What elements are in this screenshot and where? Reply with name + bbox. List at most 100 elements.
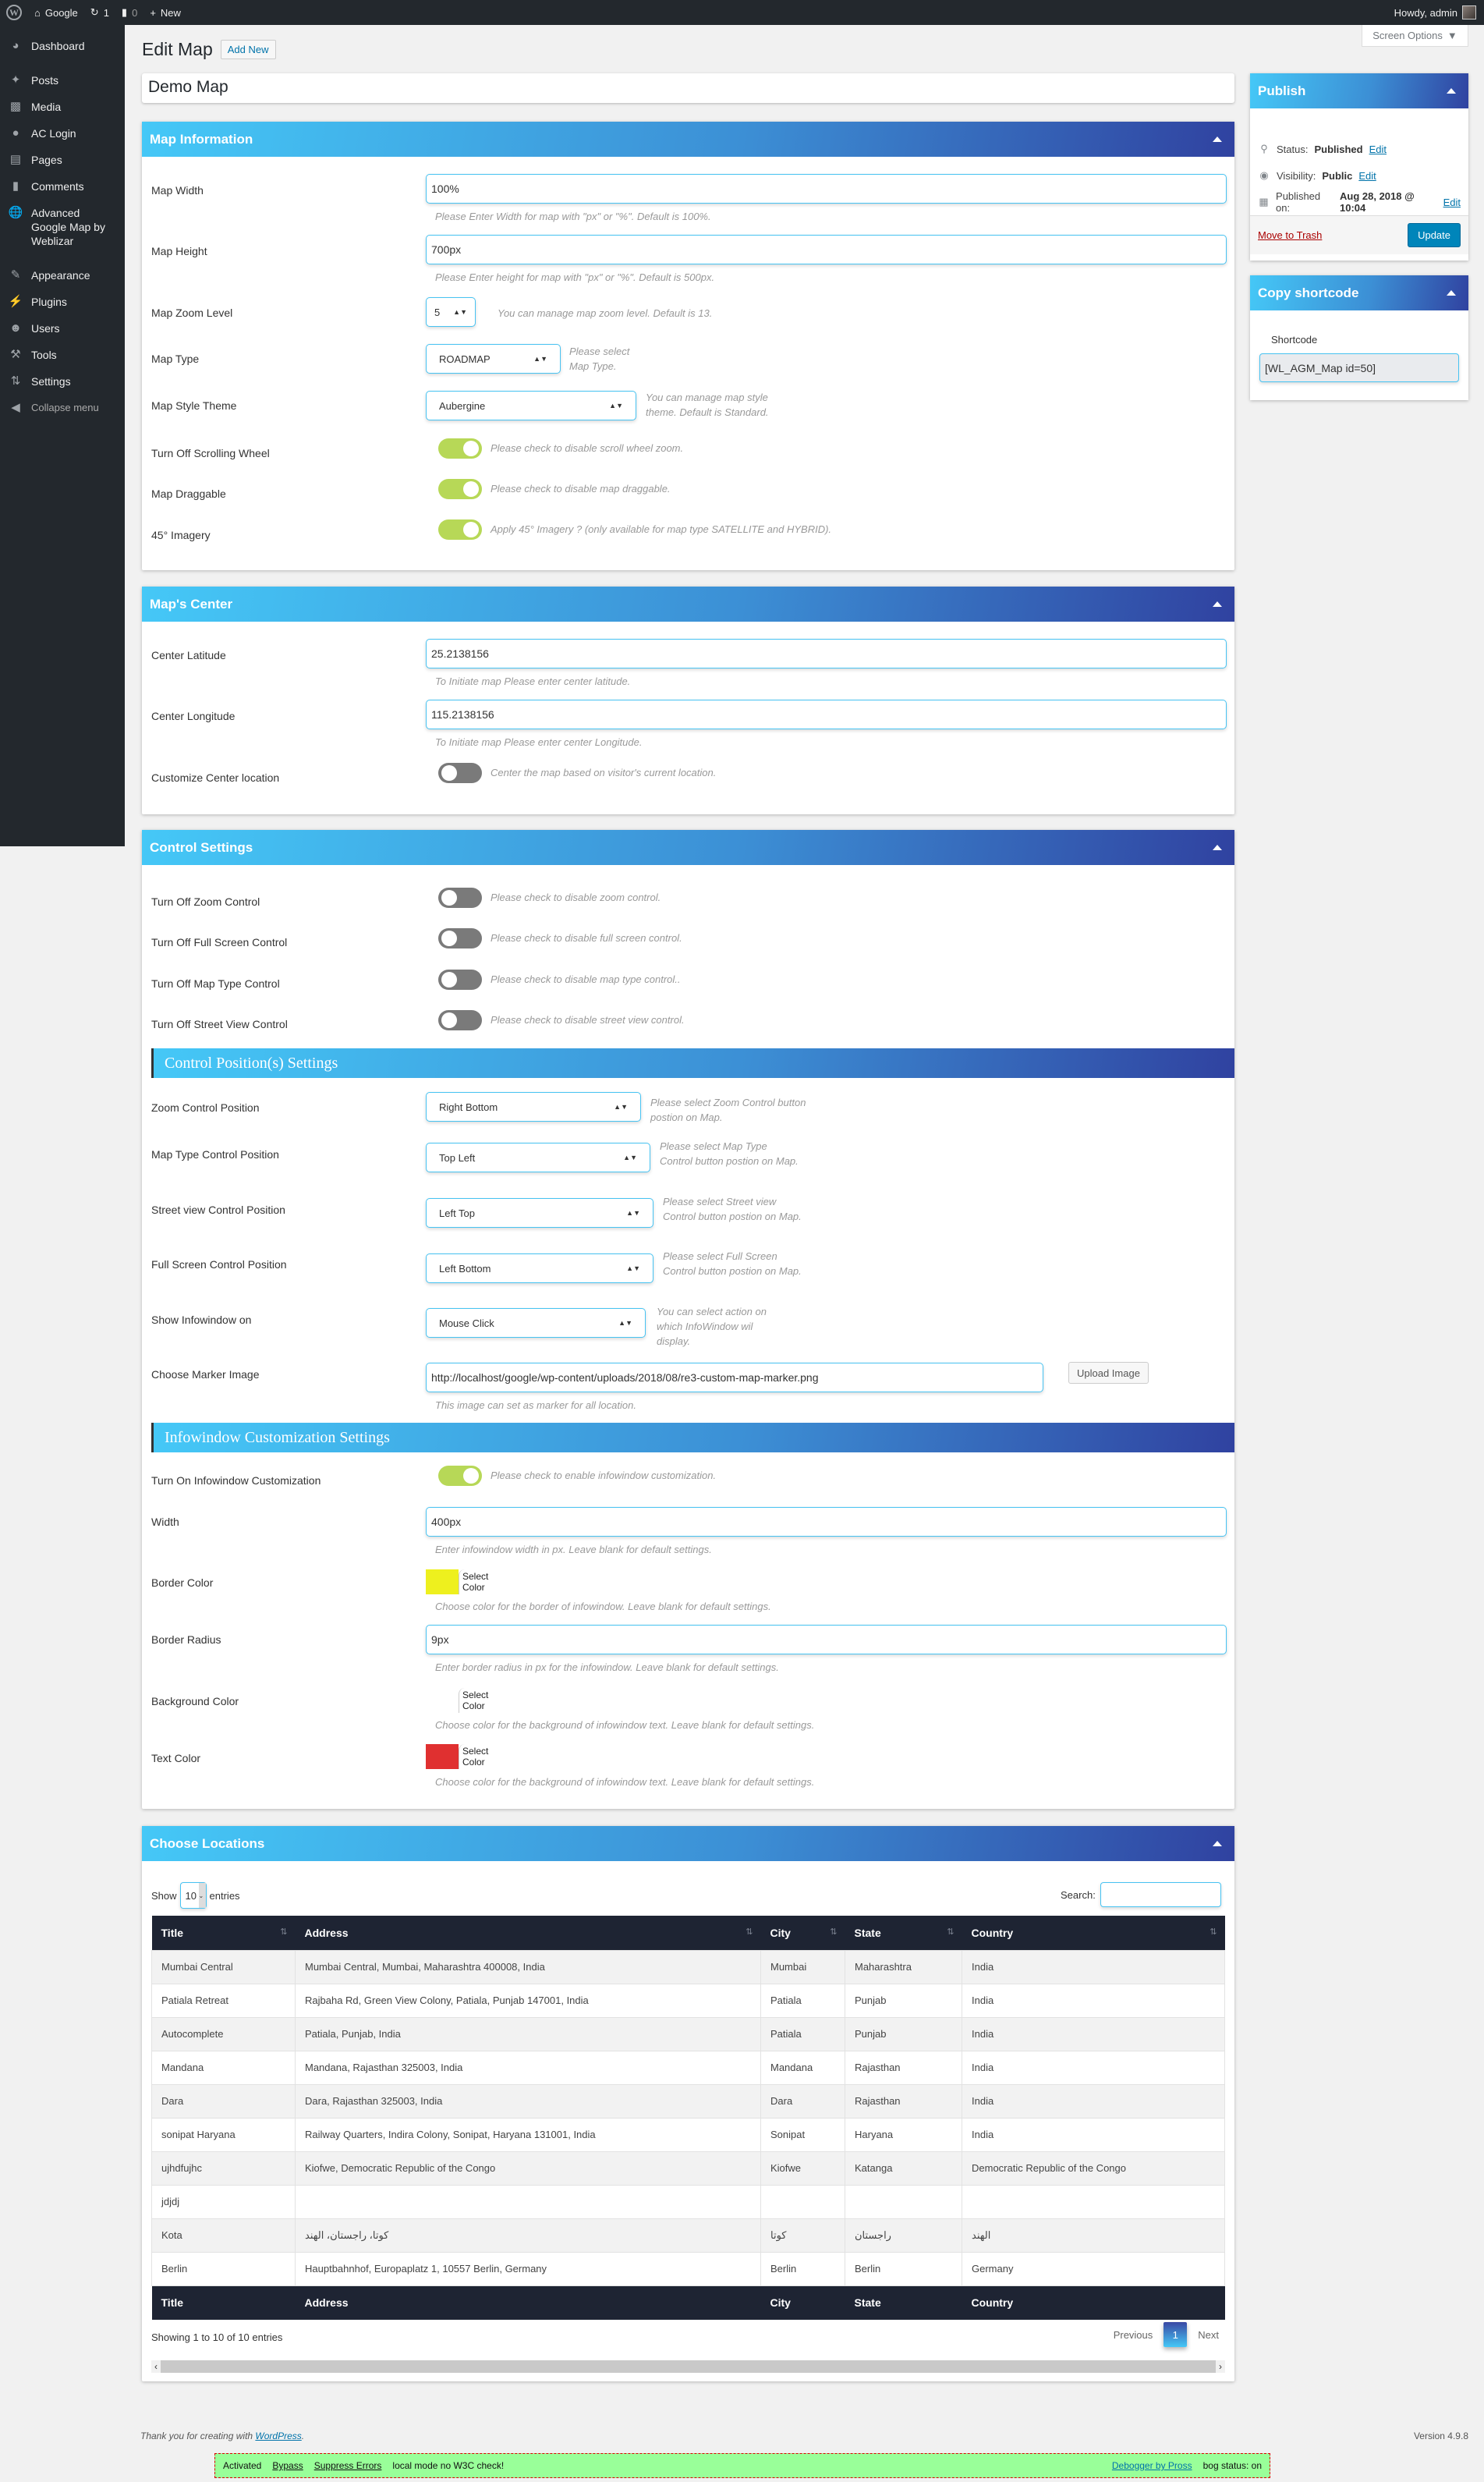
column-header-country[interactable]: Country ⇅ xyxy=(962,1916,1225,1950)
field-label: Zoom Control Position xyxy=(151,1101,260,1114)
sidebar-item-posts[interactable]: ✦ Posts xyxy=(0,67,125,94)
collapse-toggle-icon[interactable] xyxy=(1213,137,1222,142)
text-color-picker[interactable]: Select Color xyxy=(426,1743,512,1769)
map-type-position-select[interactable]: Top Left ▲▼ xyxy=(426,1143,650,1172)
infowindow-customization-toggle[interactable] xyxy=(438,1466,482,1486)
collapse-toggle-icon[interactable] xyxy=(1213,1841,1222,1846)
collapse-toggle-icon[interactable] xyxy=(1213,845,1222,850)
column-header-city[interactable]: City ⇅ xyxy=(760,1916,845,1950)
edit-date-link[interactable]: Edit xyxy=(1443,197,1461,208)
update-button[interactable]: Update xyxy=(1408,223,1461,247)
scroll-wheel-toggle[interactable] xyxy=(438,438,482,459)
sidebar-item-advanced-google-map[interactable]: 🌐 Advanced Google Map by Weblizar xyxy=(0,200,125,254)
column-header-title[interactable]: Title ⇅ xyxy=(151,1916,296,1950)
sidebar-item-users[interactable]: ☻ Users xyxy=(0,315,125,342)
scroll-right-icon[interactable]: › xyxy=(1216,2360,1225,2373)
box-header[interactable]: Publish xyxy=(1250,73,1468,108)
table-row[interactable]: Mandana Mandana, Rajasthan 325003, India M… xyxy=(151,2050,1225,2085)
wp-logo-menu[interactable]: W xyxy=(0,0,28,25)
infowindow-width-input[interactable]: 400px xyxy=(426,1507,1227,1537)
debogger-link[interactable]: Debogger by Pross xyxy=(1112,2460,1192,2471)
suppress-errors-link[interactable]: Suppress Errors xyxy=(314,2460,382,2471)
horizontal-scrollbar[interactable]: ‹ › xyxy=(151,2360,1225,2373)
collapse-menu-button[interactable]: ◀ Collapse menu xyxy=(0,395,125,421)
sidebar-item-dashboard[interactable]: ◕ Dashboard xyxy=(0,33,125,59)
previous-page-button[interactable]: Previous xyxy=(1114,2329,1153,2341)
zoom-position-select[interactable]: Right Bottom ▲▼ xyxy=(426,1092,641,1122)
map-type-select[interactable]: ROADMAP ▲▼ xyxy=(426,344,561,374)
edit-visibility-link[interactable]: Edit xyxy=(1358,170,1376,182)
infowindow-trigger-select[interactable]: Mouse Click ▲▼ xyxy=(426,1308,646,1338)
customize-center-toggle[interactable] xyxy=(438,763,482,783)
collapse-toggle-icon[interactable] xyxy=(1213,601,1222,607)
next-page-button[interactable]: Next xyxy=(1198,2329,1219,2341)
table-row[interactable]: Autocomplete Patiala, Punjab, India Patial… xyxy=(151,2016,1225,2051)
fullscreen-position-select[interactable]: Left Bottom ▲▼ xyxy=(426,1253,653,1283)
comments-link[interactable]: ▮ 0 xyxy=(115,0,143,25)
table-row[interactable]: Kota كوتا، راجستان، الهند كوتا راجستان الهند xyxy=(151,2218,1225,2253)
collapse-toggle-icon[interactable] xyxy=(1447,88,1456,94)
field-label: Street view Control Position xyxy=(151,1204,285,1216)
wordpress-link[interactable]: WordPress xyxy=(255,2431,301,2441)
sidebar-item-ac-login[interactable]: ● AC Login xyxy=(0,120,125,147)
fullscreen-control-toggle[interactable] xyxy=(438,928,482,948)
map-draggable-toggle[interactable] xyxy=(438,479,482,499)
screen-options-button[interactable]: Screen Options ▼ xyxy=(1362,25,1468,47)
box-header[interactable]: Map's Center xyxy=(142,587,1234,622)
new-content-link[interactable]: + New xyxy=(143,0,187,25)
sidebar-item-appearance[interactable]: ✎ Appearance xyxy=(0,262,125,289)
border-color-picker[interactable]: Select Color xyxy=(426,1569,512,1594)
upload-image-button[interactable]: Upload Image xyxy=(1068,1362,1149,1384)
map-type-control-toggle[interactable] xyxy=(438,970,482,990)
zoom-control-toggle[interactable] xyxy=(438,888,482,908)
table-row[interactable]: jdjdj xyxy=(151,2184,1225,2219)
map-height-input[interactable]: 700px xyxy=(426,235,1227,264)
table-row[interactable]: Patiala Retreat Rajbaha Rd, Green View Co… xyxy=(151,1983,1225,2018)
sidebar-item-media[interactable]: ▩ Media xyxy=(0,94,125,120)
table-row[interactable]: sonipat Haryana Railway Quarters, Indira … xyxy=(151,2117,1225,2152)
map-style-select[interactable]: Aubergine ▲▼ xyxy=(426,391,636,420)
street-view-position-select[interactable]: Left Top ▲▼ xyxy=(426,1198,653,1228)
street-view-control-toggle[interactable] xyxy=(438,1010,482,1030)
background-color-picker[interactable]: Select Color xyxy=(426,1687,512,1713)
border-radius-input[interactable]: 9px xyxy=(426,1625,1227,1654)
bypass-link[interactable]: Bypass xyxy=(272,2460,303,2471)
scroll-left-icon[interactable]: ‹ xyxy=(151,2360,161,2373)
table-row[interactable]: Berlin Hauptbahnhof, Europaplatz 1, 10557… xyxy=(151,2251,1225,2286)
box-header[interactable]: Map Information xyxy=(142,122,1234,157)
edit-status-link[interactable]: Edit xyxy=(1369,144,1387,155)
help-text: Please select Map Type. xyxy=(569,346,630,372)
user-menu[interactable]: Howdy, admin xyxy=(1388,0,1484,25)
collapse-toggle-icon[interactable] xyxy=(1447,290,1456,296)
site-name-link[interactable]: ⌂ Google xyxy=(28,0,84,25)
box-header[interactable]: Control Settings xyxy=(142,830,1234,865)
updates-link[interactable]: ↻ 1 xyxy=(84,0,115,25)
center-longitude-input[interactable]: 115.2138156 xyxy=(426,700,1227,729)
marker-image-input[interactable]: http://localhost/google/wp-content/uploa… xyxy=(426,1363,1043,1392)
post-title-input[interactable]: Demo Map xyxy=(142,73,1234,103)
move-to-trash-link[interactable]: Move to Trash xyxy=(1258,229,1322,241)
page-1-button[interactable]: 1 xyxy=(1163,2322,1188,2347)
table-row[interactable]: Mumbai Central Mumbai Central, Mumbai, Ma… xyxy=(151,1949,1225,1984)
search-input[interactable] xyxy=(1100,1882,1221,1907)
sidebar-item-pages[interactable]: ▤ Pages xyxy=(0,147,125,173)
entries-select[interactable]: 10 ⌄ xyxy=(179,1882,207,1909)
table-row[interactable]: ujhdfujhc Kiofwe, Democratic Republic of … xyxy=(151,2150,1225,2186)
shortcode-input[interactable]: [WL_AGM_Map id=50] xyxy=(1259,353,1459,382)
map-zoom-select[interactable]: 5 ▲▼ xyxy=(426,297,476,327)
imagery-45-toggle[interactable] xyxy=(438,519,482,540)
box-header[interactable]: Choose Locations xyxy=(142,1826,1234,1861)
box-header[interactable]: Copy shortcode xyxy=(1250,275,1468,310)
table-cell-state: Katanga xyxy=(845,2150,962,2186)
sidebar-item-settings[interactable]: ⇅ Settings xyxy=(0,368,125,395)
center-latitude-input[interactable]: 25.2138156 xyxy=(426,639,1227,668)
table-row[interactable]: Dara Dara, Rajasthan 325003, India Dara Raj… xyxy=(151,2083,1225,2119)
map-width-input[interactable]: 100% xyxy=(426,174,1227,204)
add-new-button[interactable]: Add New xyxy=(220,40,276,59)
column-header-address[interactable]: Address ⇅ xyxy=(295,1916,761,1950)
sidebar-item-comments[interactable]: ▮ Comments xyxy=(0,173,125,200)
column-header-state[interactable]: State ⇅ xyxy=(845,1916,962,1950)
pagination: Previous 1 Next xyxy=(1114,2322,1219,2347)
sidebar-item-tools[interactable]: ⚒ Tools xyxy=(0,342,125,368)
sidebar-item-plugins[interactable]: ⚡ Plugins xyxy=(0,289,125,315)
